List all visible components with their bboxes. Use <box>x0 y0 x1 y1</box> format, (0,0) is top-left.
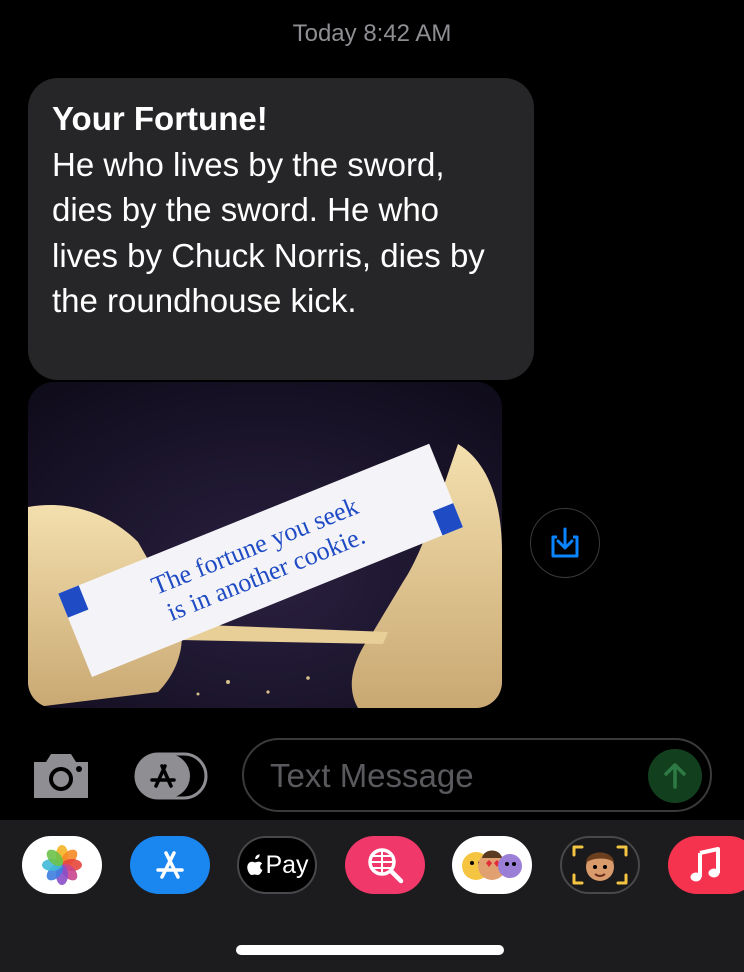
apple-pay-label: Pay <box>265 850 309 879</box>
globe-search-icon <box>368 848 404 884</box>
app-store-icon <box>156 851 184 879</box>
memoji-stickers-app-button[interactable] <box>452 836 532 894</box>
photos-app-button[interactable] <box>22 836 102 894</box>
apple-logo-icon <box>247 854 263 875</box>
home-indicator[interactable] <box>236 945 504 955</box>
message-title: Your Fortune! <box>52 100 268 137</box>
memoji-camera-app-button[interactable] <box>560 836 640 894</box>
memoji-camera-icon <box>572 845 628 885</box>
app-store-app-button[interactable] <box>130 836 210 894</box>
camera-button[interactable] <box>30 748 92 802</box>
app-store-icon <box>134 752 208 800</box>
music-app-button[interactable] <box>668 836 744 894</box>
camera-icon <box>34 754 88 798</box>
apple-pay-app-button[interactable]: Pay <box>237 836 317 894</box>
message-input[interactable]: Text Message <box>242 738 712 812</box>
save-image-button[interactable] <box>530 508 600 578</box>
send-button[interactable] <box>648 749 702 803</box>
app-tray: Pay <box>0 820 744 972</box>
photos-icon <box>42 845 82 885</box>
message-input-placeholder: Text Message <box>270 757 474 794</box>
download-tray-icon <box>551 527 579 558</box>
memoji-stickers-icon <box>462 850 522 880</box>
apps-button[interactable] <box>134 752 208 800</box>
timestamp: Today 8:42 AM <box>292 20 452 47</box>
arrow-up-icon <box>664 763 686 789</box>
image-search-app-button[interactable] <box>345 836 425 894</box>
music-note-icon <box>690 847 720 882</box>
fortune-cookie-image[interactable]: The fortune you seek is in another cooki… <box>28 382 502 708</box>
message-body: He who lives by the sword, dies by the s… <box>52 145 485 320</box>
message-bubble[interactable]: Your Fortune! He who lives by the sword,… <box>28 78 534 380</box>
